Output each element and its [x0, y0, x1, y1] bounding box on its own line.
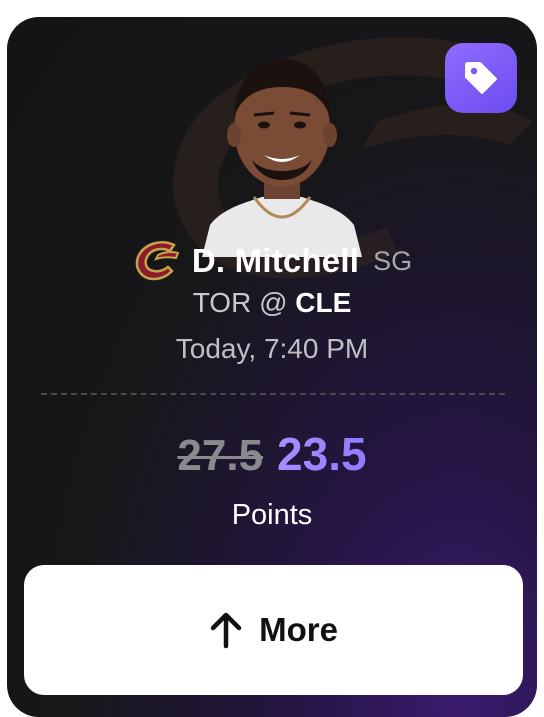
promo-tag-button[interactable] — [445, 43, 517, 113]
cavaliers-logo-icon — [135, 241, 180, 281]
discounted-line: 23.5 — [277, 428, 367, 480]
player-name-row: D. Mitchell SG — [7, 239, 537, 283]
tag-icon — [465, 62, 497, 94]
arrow-up-icon — [210, 612, 242, 649]
home-team: CLE — [295, 287, 352, 318]
dashed-divider — [41, 393, 505, 395]
player-position: SG — [373, 245, 413, 276]
stat-type-label: Points — [231, 499, 313, 531]
game-matchup: TOR @ CLE — [7, 287, 537, 319]
projection-lines: 27.5 23.5 — [7, 427, 537, 481]
more-button-label: More — [259, 611, 338, 648]
away-team: TOR — [192, 287, 252, 318]
more-button[interactable]: More — [24, 565, 523, 695]
game-time: Today, 7:40 PM — [175, 333, 369, 364]
player-headshot — [182, 47, 382, 257]
matchup-separator: @ — [259, 287, 288, 318]
player-name: D. Mitchell — [191, 242, 360, 279]
original-line: 27.5 — [177, 431, 264, 480]
player-pick-card[interactable]: D. Mitchell SG TOR @ CLE Today, 7:40 PM … — [7, 17, 537, 717]
